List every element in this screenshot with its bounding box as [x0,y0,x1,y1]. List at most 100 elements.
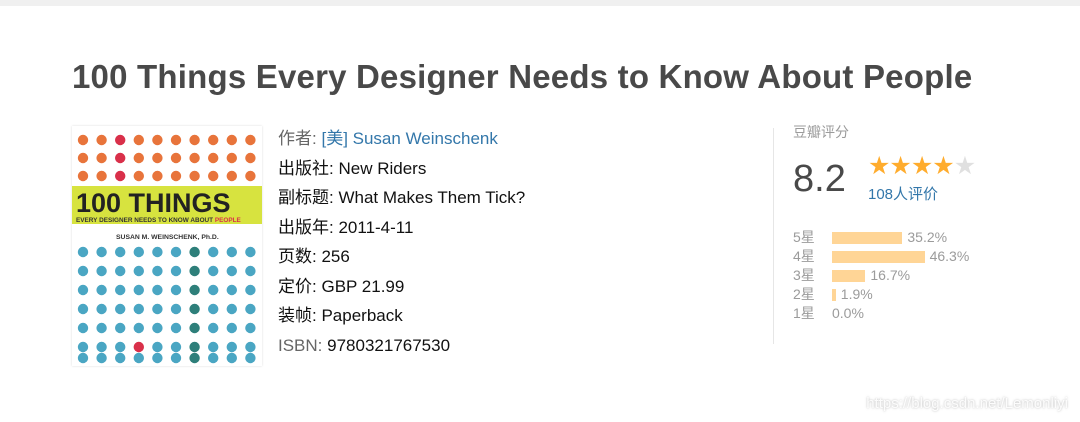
cover-dot [152,265,163,277]
star-icon: ★ [932,152,954,180]
subtitle-value: What Makes Them Tick? [338,188,526,207]
info-price-row: 定价: GBP 21.99 [278,272,525,302]
cover-dot [96,284,107,296]
cover-dot [77,322,89,334]
cover-dot [245,284,256,296]
cover-dot [115,170,126,182]
cover-dot [96,322,107,334]
cover-dot [170,170,182,182]
rating-score: 8.2 [793,158,846,200]
cover-dot [245,152,256,164]
cover-dot [133,134,144,146]
author-link[interactable]: [美] Susan Weinschenk [321,129,497,148]
cover-dot [189,303,200,315]
cover-dot [152,303,163,315]
cover-tagline: EVERY DESIGNER NEEDS TO KNOW ABOUT PEOPL… [76,217,242,224]
cover-dot [189,152,200,164]
cover-dot [152,284,163,296]
top-bar [0,0,1080,6]
rating-row-percent: 0.0% [832,305,864,321]
cover-dot [208,322,219,334]
cover-dot [115,322,126,334]
publisher-value: New Riders [338,158,427,178]
info-pages-row: 页数: 256 [278,242,525,272]
cover-dot [170,134,182,146]
cover-dot [133,341,144,353]
cover-dot [96,303,107,315]
cover-dot [226,134,237,146]
watermark: https://blog.csdn.net/Lemonliyi [866,395,1068,412]
cover-dot [115,246,126,258]
rating-bar [832,231,903,244]
cover-dot [133,303,144,315]
cover-dot [189,284,200,296]
star-icon: ★ [910,152,933,180]
cover-dot [77,152,89,164]
info-year-row: 出版年: 2011-4-11 [278,213,525,243]
cover-dot [245,303,256,315]
vote-count-link[interactable]: 108人评价 [868,183,938,204]
cover-dot [96,170,107,182]
cover-dot [152,152,163,164]
cover-dot [226,170,237,182]
cover-dot [77,170,89,182]
rating-row-percent: 46.3% [929,248,970,264]
cover-top-dots [77,134,256,182]
price-value: GBP 21.99 [321,276,405,296]
cover-dot [133,152,144,164]
cover-dot [77,134,89,146]
cover-dot [226,265,237,277]
rating-bar [832,250,925,263]
cover-dot [245,170,256,182]
cover-dot [208,265,219,277]
cover-dot [115,352,126,364]
rating-row-label: 2星 [793,286,815,302]
cover-dot [208,284,219,296]
cover-dot [245,322,256,334]
cover-dot [115,341,126,353]
info-author-row: 作者: [美] Susan Weinschenk [278,124,525,154]
cover-art: 100 THINGS EVERY DESIGNER NEEDS TO KNOW … [72,134,262,364]
cover-dot [77,303,89,315]
cover-dot [152,134,163,146]
cover-dot [208,170,219,182]
cover-dot [208,352,219,364]
cover-dot [226,284,237,296]
cover-dot [226,322,237,334]
cover-dot [133,284,144,296]
cover-bottom-dots [77,246,256,364]
cover-dot [170,322,182,334]
info-isbn-row: ISBN: 9780321767530 [278,331,525,361]
cover-dot [77,284,89,296]
rating-distribution: 5星 35.2% 4星 46.3% 3星 16.7% 2星 1.9% 1星 0.0% [793,228,969,323]
book-cover-image[interactable]: 100 THINGS EVERY DESIGNER NEEDS TO KNOW … [72,126,262,366]
price-label: 定价: [278,276,317,296]
binding-label: 装帧: [278,306,317,325]
cover-dot [170,352,182,364]
rating-row: 1星 0.0% [793,304,969,323]
cover-dot [96,265,107,277]
cover-dot [96,152,107,164]
binding-value: Paperback [321,306,403,325]
rating-row: 5星 35.2% [793,228,969,247]
cover-author: SUSAN M. WEINSCHENK, Ph.D. [116,234,219,241]
rating-bar [832,269,866,282]
rating-row: 3星 16.7% [793,266,969,285]
info-binding-row: 装帧: Paperback [278,301,525,331]
cover-dot [226,246,237,258]
cover-dot [152,322,163,334]
pages-value: 256 [321,247,350,266]
cover-dot [152,170,163,182]
cover-dot [189,352,200,364]
cover-dot [170,265,182,277]
cover-dot [115,303,126,315]
book-title: 100 Things Every Designer Needs to Know … [72,58,973,95]
cover-dot [226,152,237,164]
cover-dot [77,352,89,364]
year-value: 2011-4-11 [338,217,414,237]
cover-dot [170,341,182,353]
cover-dot [189,170,200,182]
isbn-label: ISBN: [278,335,323,355]
subtitle-label: 副标题: [278,188,334,207]
info-publisher-row: 出版社: New Riders [278,154,525,184]
